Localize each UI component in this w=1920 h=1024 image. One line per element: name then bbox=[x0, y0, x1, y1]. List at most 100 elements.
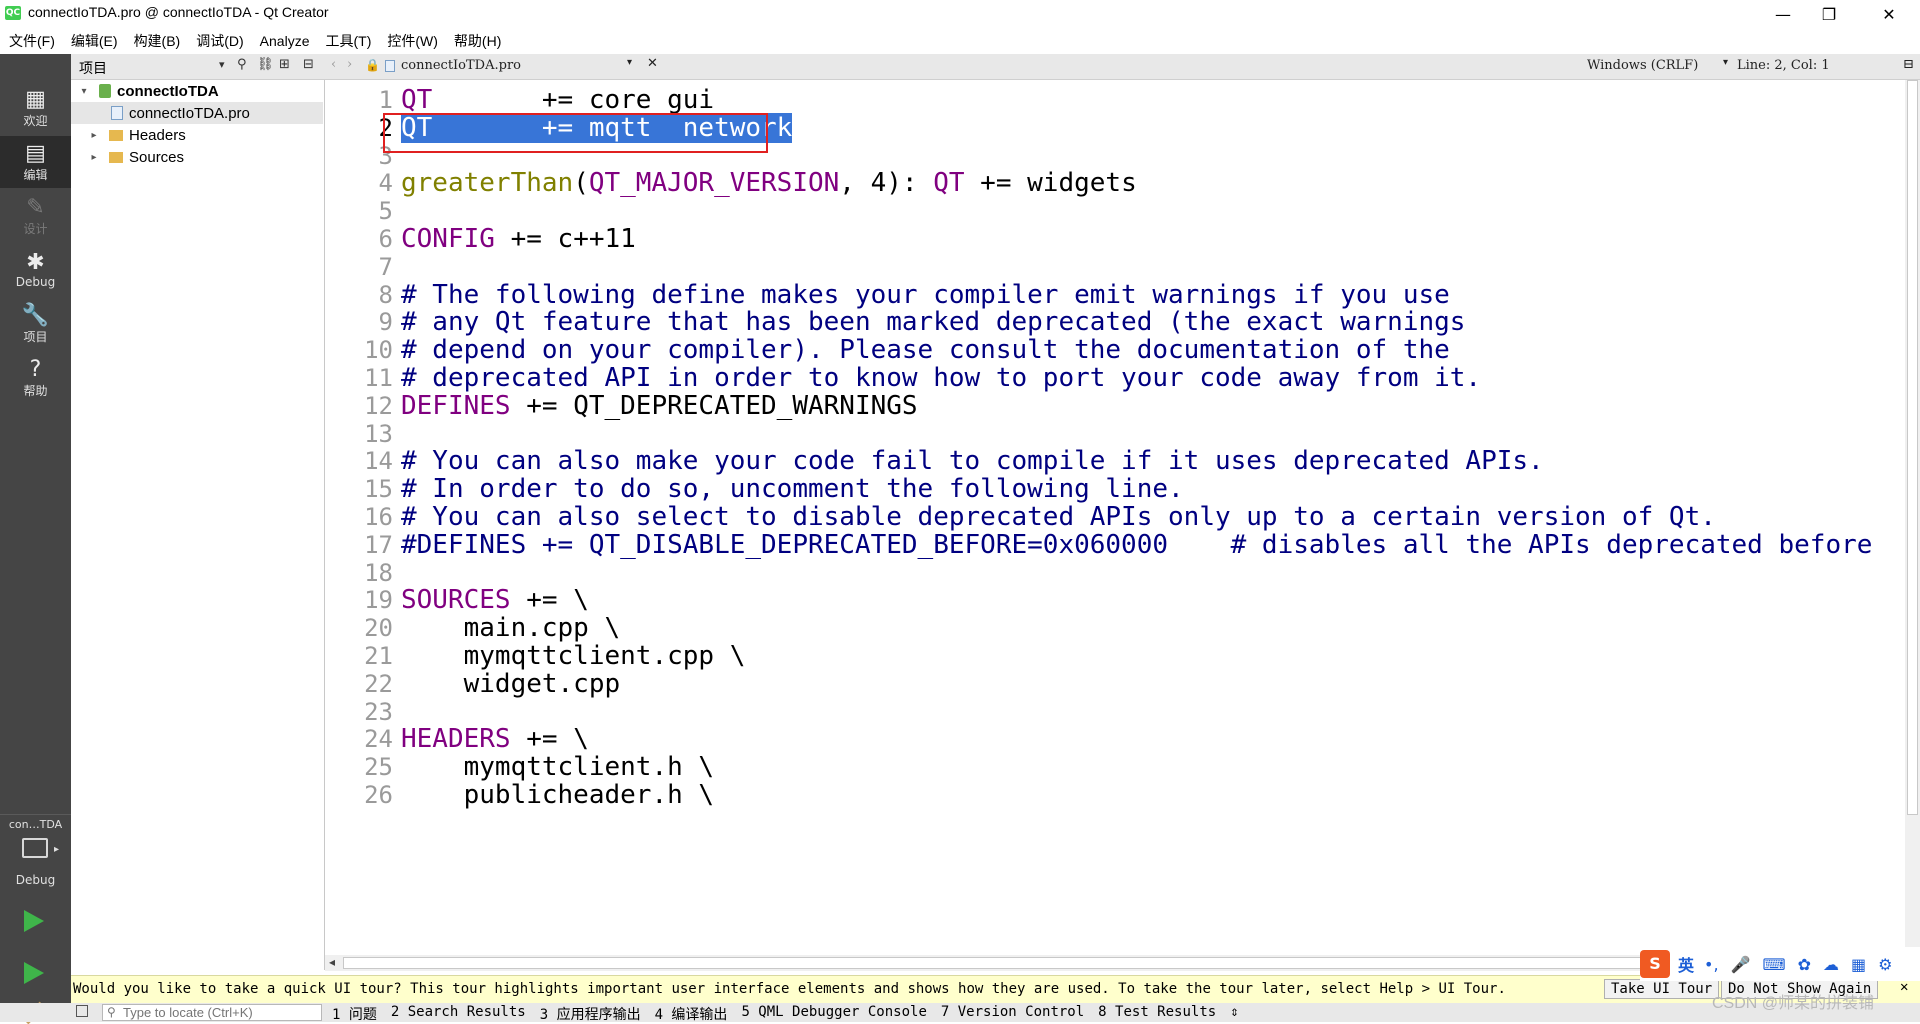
mode-label: 编辑 bbox=[23, 167, 48, 182]
back-icon[interactable]: ‹ bbox=[331, 57, 336, 72]
filter-icon[interactable]: ⚲ bbox=[237, 57, 247, 72]
tree-item-project[interactable]: ▾ connectIoTDA bbox=[71, 80, 323, 102]
mode-help[interactable]: ? 帮助 bbox=[0, 352, 71, 404]
pro-file-icon bbox=[111, 106, 123, 120]
project-pane-title: 项目 bbox=[79, 61, 107, 77]
tree-item-pro-file[interactable]: connectIoTDA.pro bbox=[71, 102, 323, 124]
code-line[interactable]: #DEFINES += QT_DISABLE_DEPRECATED_BEFORE… bbox=[401, 528, 1872, 562]
folder-icon bbox=[109, 151, 123, 163]
mode-label: 项目 bbox=[23, 329, 48, 344]
apps-icon[interactable]: ▦ bbox=[1851, 955, 1866, 974]
close-infobar-button[interactable]: ✕ bbox=[1900, 979, 1908, 995]
tree-item-label: Sources bbox=[129, 148, 185, 166]
close-document-icon[interactable]: ✕ bbox=[647, 56, 658, 71]
pane-search-results[interactable]: 2 Search Results bbox=[391, 1004, 526, 1024]
menu-debug[interactable]: 调试(D) bbox=[187, 31, 250, 51]
vertical-scrollbar[interactable] bbox=[1905, 80, 1920, 955]
tree-item-label: Headers bbox=[129, 126, 186, 144]
monitor-icon[interactable] bbox=[22, 838, 48, 858]
microphone-icon[interactable]: 🎤 bbox=[1731, 955, 1751, 974]
run-icon[interactable] bbox=[24, 910, 44, 932]
forward-icon[interactable]: › bbox=[347, 57, 352, 72]
code-line[interactable]: publicheader.h \ bbox=[401, 778, 714, 812]
tree-item-headers[interactable]: ▸ Headers bbox=[71, 124, 323, 146]
window-title: connectIoTDA.pro @ connectIoTDA - Qt Cre… bbox=[28, 4, 329, 20]
mode-edit[interactable]: ▤ 编辑 bbox=[0, 136, 71, 188]
take-ui-tour-button[interactable]: Take UI Tour bbox=[1604, 979, 1720, 999]
pane-application-output[interactable]: 3 应用程序输出 bbox=[540, 1004, 641, 1024]
close-pane-icon[interactable]: ⊟ bbox=[303, 57, 314, 72]
locator-box[interactable]: ⚲ bbox=[102, 1004, 322, 1021]
open-file-selector[interactable]: connectIoTDA.pro bbox=[401, 58, 521, 73]
output-pane-buttons: 1 问题 2 Search Results 3 应用程序输出 4 编译输出 5 … bbox=[332, 1004, 1239, 1024]
lock-icon: 🔒 bbox=[365, 58, 380, 72]
tree-item-label: connectIoTDA bbox=[117, 82, 219, 100]
chat-icon[interactable]: ☁ bbox=[1823, 955, 1839, 974]
cursor-position[interactable]: Line: 2, Col: 1 bbox=[1737, 58, 1830, 73]
code-line[interactable]: DEFINES += QT_DEPRECATED_WARNINGS bbox=[401, 389, 918, 423]
code-line[interactable]: greaterThan(QT_MAJOR_VERSION, 4): QT += … bbox=[401, 166, 1137, 200]
view-dropdown-arrow-icon[interactable]: ▾ bbox=[219, 58, 225, 71]
mode-welcome[interactable]: ▦ 欢迎 bbox=[0, 82, 71, 134]
punctuation-icon[interactable]: •, bbox=[1704, 955, 1719, 974]
mode-projects[interactable]: 🔧 项目 bbox=[0, 298, 71, 350]
code-line[interactable]: widget.cpp bbox=[401, 667, 621, 701]
ime-mode-toggle[interactable]: 英 bbox=[1678, 952, 1694, 976]
kit-project-label: con…TDA bbox=[8, 818, 63, 831]
bug-icon: ✱ bbox=[26, 250, 45, 275]
mode-debug[interactable]: ✱ Debug bbox=[0, 244, 71, 296]
mode-design[interactable]: ✎ 设计 bbox=[0, 190, 71, 242]
expand-arrow-icon[interactable]: ▸ bbox=[85, 152, 103, 163]
mode-label: Debug bbox=[15, 275, 56, 289]
pane-test-results[interactable]: 8 Test Results bbox=[1098, 1004, 1216, 1024]
highlight-annotation-box bbox=[383, 113, 768, 153]
edit-doc-icon: ▤ bbox=[25, 140, 46, 166]
menu-file[interactable]: 文件(F) bbox=[0, 31, 62, 51]
pane-compile-output[interactable]: 4 编译输出 bbox=[655, 1004, 728, 1024]
split-editor-icon[interactable]: ⊟ bbox=[1903, 57, 1914, 72]
debug-run-icon[interactable] bbox=[24, 962, 44, 984]
expand-arrow-icon[interactable]: ▾ bbox=[75, 86, 93, 97]
keyboard-icon[interactable]: ⌨ bbox=[1762, 955, 1785, 974]
code-line[interactable]: CONFIG += c++11 bbox=[401, 222, 636, 256]
skin-icon[interactable]: ✿ bbox=[1798, 955, 1811, 974]
file-dropdown-arrow-icon[interactable]: ▾ bbox=[627, 57, 632, 68]
grid-icon: ▦ bbox=[25, 86, 46, 112]
kit-dropdown-arrow-icon[interactable]: ▸ bbox=[54, 844, 59, 855]
line-ending-dropdown-icon[interactable]: ▾ bbox=[1723, 57, 1728, 68]
code-editor[interactable]: 1 2 3 4 5 6 7 8 9 10 11 12 13 14 15 16 17 18 19 20 21 22 23 24 2… bbox=[325, 80, 1905, 955]
menu-analyze[interactable]: Analyze bbox=[251, 33, 317, 49]
menu-help[interactable]: 帮助(H) bbox=[445, 31, 508, 51]
tree-item-sources[interactable]: ▸ Sources bbox=[71, 146, 323, 168]
expand-arrow-icon[interactable]: ▸ bbox=[85, 130, 103, 141]
ime-logo-icon[interactable]: S bbox=[1640, 950, 1670, 978]
mode-selector: ▦ 欢迎 ▤ 编辑 ✎ 设计 ✱ Debug 🔧 项目 ? 帮助 con…TDA… bbox=[0, 54, 71, 1024]
status-bar: ⚲ 1 问题 2 Search Results 3 应用程序输出 4 编译输出 … bbox=[0, 995, 1920, 1024]
more-panes-icon[interactable]: ⇕ bbox=[1230, 1004, 1238, 1024]
scroll-thumb[interactable] bbox=[1907, 80, 1918, 815]
close-button[interactable]: ✕ bbox=[1866, 0, 1912, 28]
ime-toolbar: S 英 •, 🎤 ⌨ ✿ ☁ ▦ ⚙ bbox=[1640, 947, 1920, 981]
maximize-button[interactable]: ❐ bbox=[1806, 0, 1852, 28]
toggle-sidebar-icon[interactable] bbox=[76, 1005, 88, 1017]
split-icon[interactable]: ⊞ bbox=[279, 57, 290, 72]
menu-bar: 文件(F) 编辑(E) 构建(B) 调试(D) Analyze 工具(T) 控件… bbox=[0, 28, 1920, 54]
qt-creator-logo-icon: QC bbox=[5, 6, 21, 20]
pane-version-control[interactable]: 7 Version Control bbox=[941, 1004, 1084, 1024]
locator-input[interactable] bbox=[123, 1005, 313, 1020]
mode-label: 帮助 bbox=[23, 383, 48, 398]
menu-widgets[interactable]: 控件(W) bbox=[378, 31, 445, 51]
menu-tools[interactable]: 工具(T) bbox=[316, 31, 378, 51]
line-ending-selector[interactable]: Windows (CRLF) bbox=[1587, 58, 1698, 73]
wrench-icon: 🔧 bbox=[21, 302, 50, 328]
scroll-left-icon[interactable]: ◂ bbox=[329, 955, 335, 969]
title-bar: QC connectIoTDA.pro @ connectIoTDA - Qt … bbox=[0, 0, 1920, 28]
minimize-button[interactable]: — bbox=[1760, 0, 1806, 28]
link-icon[interactable]: ⛓ bbox=[257, 57, 274, 72]
pane-issues[interactable]: 1 问题 bbox=[332, 1004, 377, 1024]
menu-build[interactable]: 构建(B) bbox=[125, 31, 188, 51]
menu-edit[interactable]: 编辑(E) bbox=[62, 31, 125, 51]
pane-qml-debugger-console[interactable]: 5 QML Debugger Console bbox=[741, 1004, 926, 1024]
ime-settings-icon[interactable]: ⚙ bbox=[1878, 955, 1892, 974]
mode-label: 设计 bbox=[23, 221, 48, 236]
